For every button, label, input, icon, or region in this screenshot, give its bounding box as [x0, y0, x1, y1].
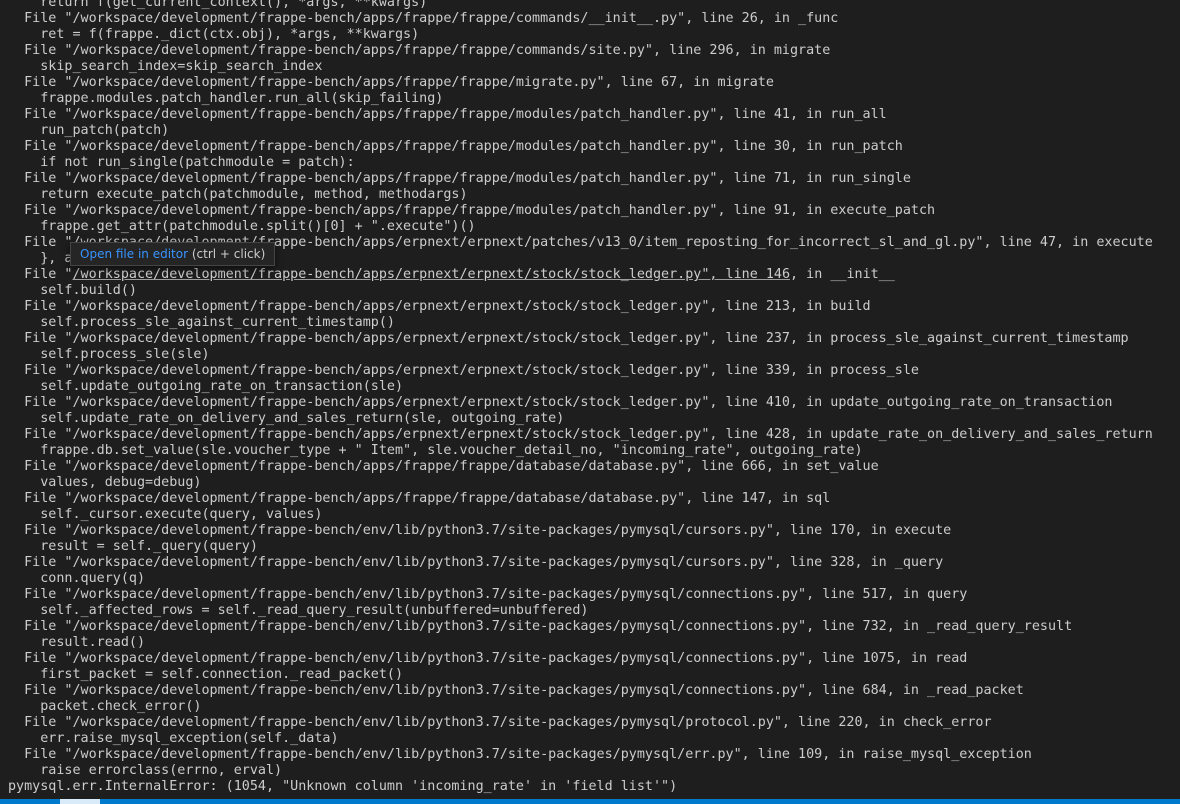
terminal-line: result.read() [8, 635, 146, 650]
terminal-line: run_patch(patch) [8, 123, 170, 138]
terminal-line: File "/workspace/development/frappe-benc… [8, 619, 1073, 634]
status-bar [0, 799, 1180, 804]
open-file-in-editor-link[interactable]: Open file in editor [80, 247, 188, 261]
terminal-line: conn.query(q) [8, 571, 146, 586]
terminal-line: File "/workspace/development/frappe-benc… [8, 171, 911, 186]
terminal-line: self.update_outgoing_rate_on_transaction… [8, 379, 404, 394]
terminal-line: self.process_sle_against_current_timesta… [8, 315, 395, 330]
terminal-line: File "/workspace/development/frappe-benc… [8, 715, 992, 730]
terminal-line: values, debug=debug) [8, 475, 202, 490]
shortcut-hint: (ctrl + click) [191, 247, 266, 261]
terminal-line: raise errorclass(errno, erval) [8, 763, 283, 778]
terminal-line: File "/workspace/development/frappe-benc… [8, 587, 968, 602]
terminal-line: File "/workspace/development/frappe-benc… [8, 747, 1032, 762]
terminal-line: return f(get_current_context(), *args, *… [8, 0, 428, 10]
terminal-line: File "/workspace/development/frappe-benc… [8, 555, 944, 570]
status-bar-item[interactable] [60, 799, 100, 804]
terminal-line: frappe.modules.patch_handler.run_all(ski… [8, 91, 444, 106]
terminal-line: File "/workspace/development/frappe-benc… [8, 683, 1024, 698]
terminal-line: File "/workspace/development/frappe-benc… [8, 139, 903, 154]
terminal-line-hovered: File "/workspace/development/frappe-benc… [8, 267, 1180, 283]
terminal-line: self._cursor.execute(query, values) [8, 507, 323, 522]
file-path-link[interactable]: /workspace/development/frappe-bench/apps… [73, 267, 791, 282]
terminal-line: File "/workspace/development/frappe-benc… [8, 203, 936, 218]
terminal-line: skip_search_index=skip_search_index [8, 59, 323, 74]
terminal-line: if not run_single(patchmodule = patch): [8, 155, 355, 170]
terminal-line: self._affected_rows = self._read_query_r… [8, 603, 589, 618]
terminal-line: self.update_rate_on_delivery_and_sales_r… [8, 411, 565, 426]
terminal-line: File "/workspace/development/frappe-benc… [8, 11, 839, 26]
terminal-line: frappe.get_attr(patchmodule.split()[0] +… [8, 219, 476, 234]
terminal-line: File "/workspace/development/frappe-benc… [8, 523, 952, 538]
terminal-line: self.process_sle(sle) [8, 347, 210, 362]
terminal-line: packet.check_error() [8, 699, 202, 714]
terminal-line: File "/workspace/development/frappe-benc… [8, 299, 871, 314]
terminal-line: File "/workspace/development/frappe-benc… [8, 459, 879, 474]
terminal-line: File "/workspace/development/frappe-benc… [8, 395, 1113, 410]
file-prefix: File " [8, 267, 73, 282]
terminal-line: File "/workspace/development/frappe-benc… [8, 491, 831, 506]
terminal-line: File "/workspace/development/frappe-benc… [8, 43, 831, 58]
terminal-line: File "/workspace/development/frappe-benc… [8, 107, 887, 122]
terminal-line: return execute_patch(patchmodule, method… [8, 187, 468, 202]
terminal-line: ret = f(frappe._dict(ctx.obj), *args, **… [8, 27, 420, 42]
link-hover-tooltip: Open file in editor (ctrl + click) [70, 242, 276, 266]
terminal-line: File "/workspace/development/frappe-benc… [8, 75, 774, 90]
terminal-line: result = self._query(query) [8, 539, 258, 554]
terminal-line: pymysql.err.InternalError: (1054, "Unkno… [8, 779, 678, 794]
terminal-line: File "/workspace/development/frappe-benc… [8, 363, 919, 378]
terminal-line: File "/workspace/development/frappe-benc… [8, 427, 1153, 442]
terminal-panel[interactable]: return f(get_current_context(), *args, *… [0, 0, 1180, 804]
terminal-output: return f(get_current_context(), *args, *… [8, 0, 1180, 804]
terminal-line: self.build() [8, 283, 137, 298]
terminal-line: frappe.db.set_value(sle.voucher_type + "… [8, 443, 863, 458]
terminal-line: first_packet = self.connection._read_pac… [8, 667, 404, 682]
terminal-line: err.raise_mysql_exception(self._data) [8, 731, 339, 746]
terminal-line: File "/workspace/development/frappe-benc… [8, 331, 1129, 346]
file-suffix: , in __init__ [790, 267, 895, 282]
terminal-line: File "/workspace/development/frappe-benc… [8, 651, 968, 666]
